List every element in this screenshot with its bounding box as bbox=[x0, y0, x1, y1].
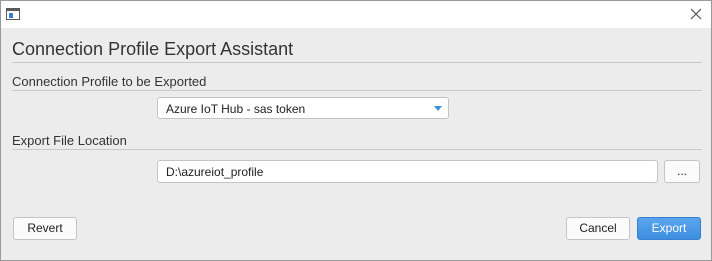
export-path-input[interactable] bbox=[157, 160, 658, 183]
profile-dropdown[interactable]: Azure IoT Hub - sas token bbox=[157, 97, 449, 119]
profile-section-divider bbox=[12, 90, 702, 91]
dialog-title: Connection Profile Export Assistant bbox=[12, 39, 294, 59]
revert-button[interactable]: Revert bbox=[13, 217, 77, 240]
export-button[interactable]: Export bbox=[637, 217, 701, 240]
location-section-divider bbox=[12, 149, 702, 150]
chevron-down-icon bbox=[434, 106, 442, 111]
close-icon bbox=[690, 8, 702, 20]
title-bar bbox=[1, 1, 711, 28]
profile-section-label: Connection Profile to be Exported bbox=[12, 74, 207, 89]
profile-dropdown-value: Azure IoT Hub - sas token bbox=[166, 102, 306, 116]
title-divider bbox=[12, 62, 702, 63]
cancel-button[interactable]: Cancel bbox=[566, 217, 630, 240]
location-section-label: Export File Location bbox=[12, 133, 127, 148]
window-app-icon bbox=[6, 8, 20, 20]
export-dialog-window: Connection Profile Export Assistant Conn… bbox=[0, 0, 712, 261]
close-button[interactable] bbox=[685, 4, 707, 24]
browse-button[interactable]: ... bbox=[664, 160, 700, 183]
